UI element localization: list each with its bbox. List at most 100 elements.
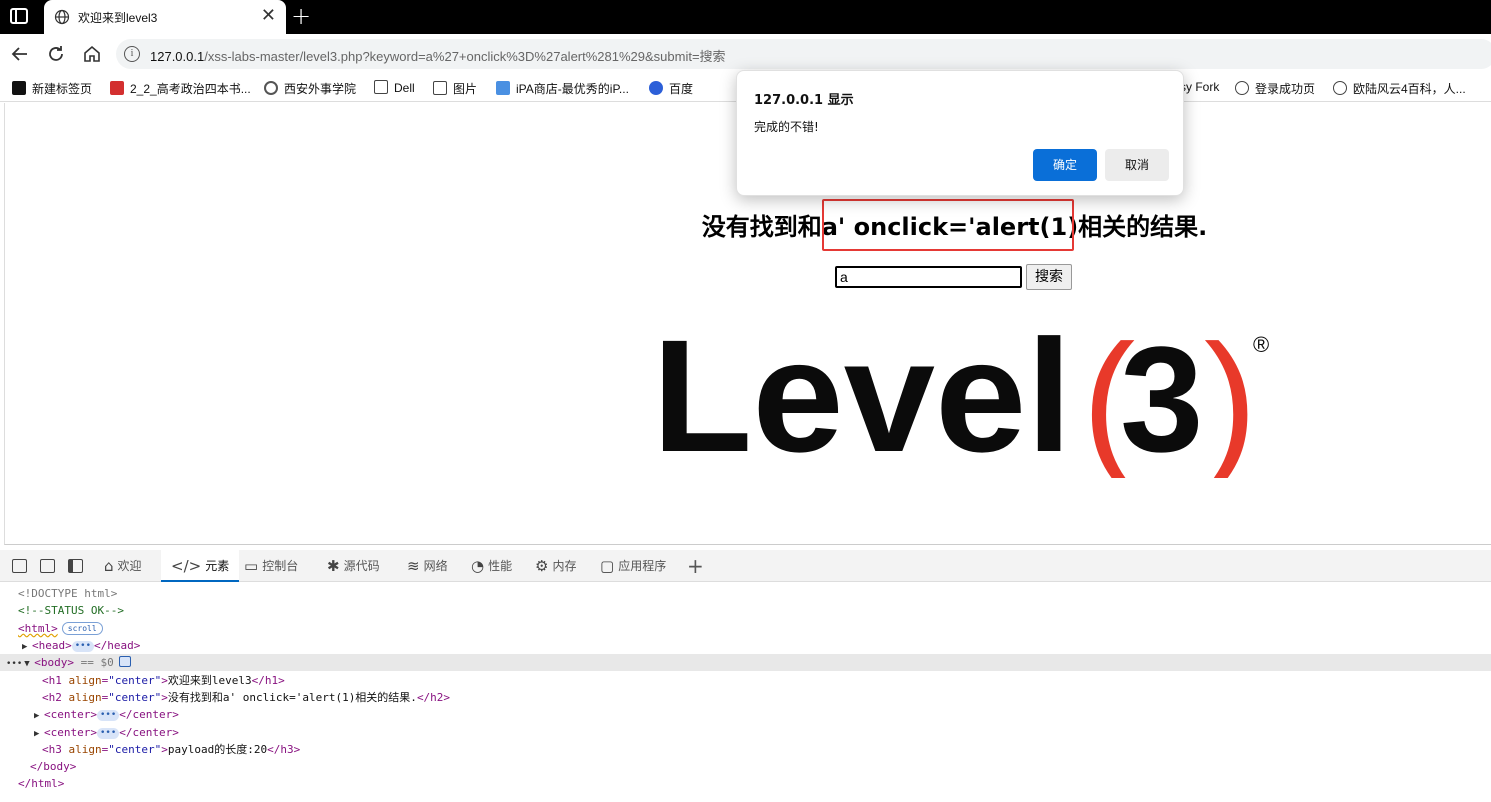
site-info-icon[interactable]: i [124,46,140,62]
h1-close-tag: </h1> [251,674,285,687]
bookmark-label: 西安外事学院 [284,82,357,96]
bookmark-item[interactable]: 登录成功页 [1235,80,1315,97]
dom-line[interactable]: </html> [0,775,1491,792]
browser-tab[interactable]: 欢迎来到level3 ✕ [44,0,286,34]
dom-line-selected[interactable]: ••• ▼ <body> == $0 [0,654,1491,671]
bookmark-item[interactable]: 西安外事学院 [264,80,356,97]
tab-label: 控制台 [262,559,299,573]
inspect-icon[interactable] [12,559,27,573]
copilot-icon[interactable] [118,656,131,667]
dock-icon[interactable] [68,559,83,573]
dom-tree: <!DOCTYPE html> <!--STATUS OK--> <html> s… [0,584,1491,802]
tag-gt: > [161,691,168,704]
comment-text: <!--STATUS OK--> [18,604,124,617]
address-bar[interactable]: i 127.0.0.1/xss-labs-master/level3.php?k… [116,39,1491,69]
ellipsis-badge[interactable]: ••• [71,641,95,652]
tab-elements[interactable]: </> 元素 [161,550,240,582]
url-text: 127.0.0.1/xss-labs-master/level3.php?key… [150,46,726,65]
bug-icon: ✱ [327,557,340,575]
bookmark-item[interactable]: 百度 [649,80,693,97]
expand-icon[interactable]: ▶ [34,708,44,725]
bookmark-item[interactable]: 欧陆风云4百科，人... [1333,80,1466,97]
tab-title: 欢迎来到level3 [78,11,158,25]
html-close-tag: </html> [18,777,65,790]
attr-name: align [68,743,102,756]
tab-application[interactable]: ▢ 应用程序 [600,550,666,582]
h1-text: 欢迎来到level3 [167,674,252,687]
bookmark-label: 新建标签页 [32,82,93,96]
html-tag: <html> [18,622,58,635]
bookmark-item[interactable]: Dell [374,80,415,95]
h3-text: payload的长度:20 [167,743,268,756]
tab-network[interactable]: ≋ 网络 [407,550,448,582]
dom-line: <!DOCTYPE html> [0,585,1491,602]
search-input[interactable]: a [835,266,1022,288]
browser-window: 欢迎来到level3 ✕ + i 127.0.0.1/xss-labs-mast… [0,0,1491,802]
globe-icon [54,9,70,25]
selected-marker: == $0 [74,656,114,669]
dom-line[interactable]: ▶ <center> ••• </center> [0,724,1491,741]
ok-button[interactable]: 确定 [1033,149,1097,181]
bookmark-label: iPA商店-最优秀的iP... [516,82,629,96]
h2-close-tag: </h2> [416,691,451,704]
h3-tag: <h3 [42,743,69,756]
h2-tag: <h2 [42,691,69,704]
dialog-message: 完成的不错! [754,120,819,134]
bookmark-item[interactable]: 2_2_高考政治四本书... [110,80,251,97]
tab-performance[interactable]: ◔ 性能 [471,550,512,582]
cancel-button[interactable]: 取消 [1105,149,1169,181]
bookmark-item[interactable]: 图片 [433,80,477,97]
tab-console[interactable]: ▭ 控制台 [244,550,298,582]
collapse-icon[interactable]: ▼ [24,656,34,673]
add-tab-icon[interactable]: + [687,554,704,578]
tab-sources[interactable]: ✱ 源代码 [327,550,380,582]
bookmark-item[interactable]: 新建标签页 [12,80,92,97]
tab-label: 内存 [552,559,577,573]
tab-label: 性能 [488,559,513,573]
attr-name: align [68,674,102,687]
device-toggle-icon[interactable] [40,559,55,573]
dom-line[interactable]: <html> scroll [0,620,1491,637]
dom-line[interactable]: ▶ <head> ••• </head> [0,637,1491,654]
ellipsis-badge[interactable]: ••• [96,728,120,739]
folder-icon [433,81,447,95]
center-tag: <center> [44,726,97,739]
navigation-bar: i 127.0.0.1/xss-labs-master/level3.php?k… [0,34,1491,74]
attr-name: align [68,691,102,704]
dom-line[interactable]: ▶ <center> ••• </center> [0,706,1491,723]
bookmark-label: 图片 [453,82,478,96]
body-close-tag: </body> [30,760,77,773]
result-heading: 没有找到和a' onclick='alert(1)相关的结果. [701,213,1208,241]
chip-icon: ⚙ [535,557,549,575]
alert-dialog: 127.0.0.1 显示 完成的不错! 确定 取消 [736,70,1184,196]
dom-line[interactable]: </body> [0,758,1491,775]
home-icon[interactable] [80,42,104,66]
search-button[interactable]: 搜索 [1026,264,1072,290]
console-icon: ▭ [244,557,259,575]
tab-welcome[interactable]: ⌂ 欢迎 [104,550,142,582]
tab-close-icon[interactable]: ✕ [261,6,276,26]
h2-text: 没有找到和a' onclick='alert(1)相关的结果. [167,691,417,704]
tab-label: 网络 [423,559,448,573]
code-icon: </> [171,557,202,575]
devtools-toolbar: ⌂ 欢迎 </> 元素 ▭ 控制台 ✱ 源代码 ≋ 网络 ◔ 性能 ⚙ 内存 ▢ 应用程序 + [0,550,1491,582]
logo-text: Level [652,318,1072,478]
tab-label: 欢迎 [117,559,142,573]
new-tab-button[interactable]: + [291,3,311,29]
more-icon[interactable]: ••• [6,659,22,669]
body-tag: <body> [34,656,75,669]
back-icon[interactable] [8,42,32,66]
dom-line[interactable]: <h3 align="center">payload的长度:20</h3> [0,741,1491,758]
bookmark-item[interactable]: iPA商店-最优秀的iP... [496,80,629,97]
tab-memory[interactable]: ⚙ 内存 [535,550,576,582]
refresh-icon[interactable] [44,42,68,66]
tag-gt: > [161,743,168,756]
sidebar-toggle-icon[interactable] [10,8,28,24]
globe-icon [1333,81,1347,95]
school-icon [264,81,278,95]
dom-line[interactable]: <h2 align="center">没有找到和a' onclick='aler… [0,689,1491,706]
dom-line[interactable]: <h1 align="center">欢迎来到level3</h1> [0,672,1491,689]
ellipsis-badge[interactable]: ••• [96,710,120,721]
scroll-badge[interactable]: scroll [61,622,103,635]
bookmark-item[interactable]: sy Fork [1180,80,1219,94]
